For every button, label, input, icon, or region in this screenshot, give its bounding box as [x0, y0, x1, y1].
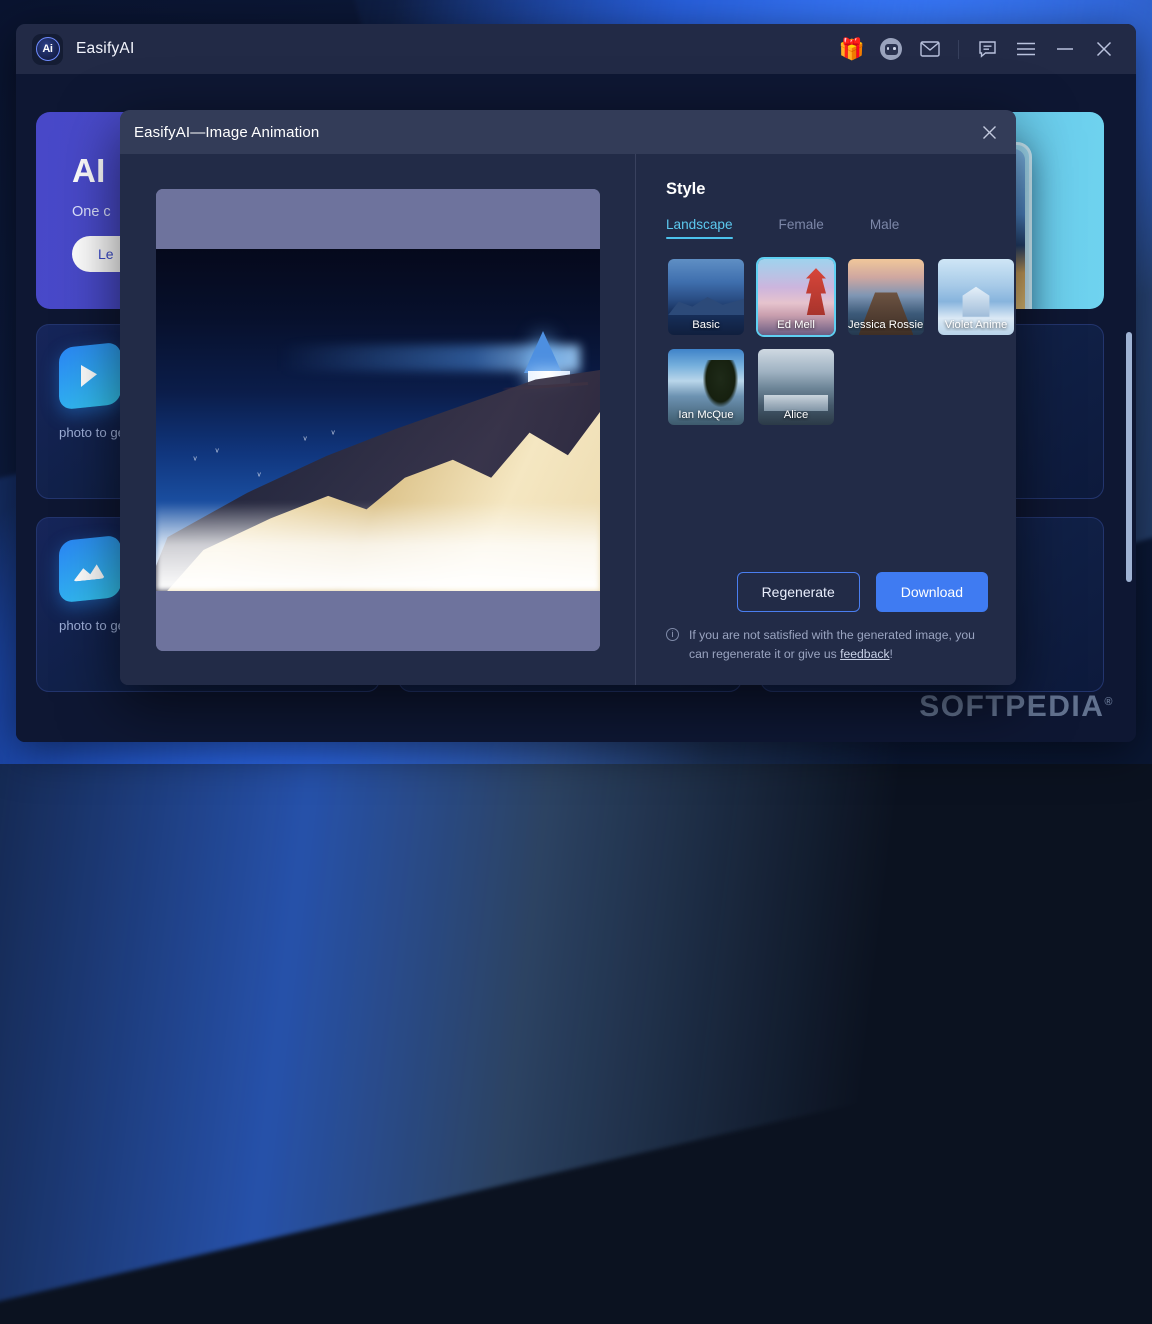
download-button[interactable]: Download	[875, 572, 988, 613]
preview-top-bar	[155, 188, 600, 249]
style-label: Basic	[692, 319, 720, 331]
application-window: Ai EasifyAI 🎁 AI One c Le photo to photo…	[16, 24, 1136, 742]
style-heading: Style	[666, 180, 706, 198]
preview-artwork: ᵛ ᵛ ᵛ ᵛ ᵛ	[155, 248, 600, 591]
tab-male[interactable]: Male	[870, 217, 899, 239]
artwork-bird: ᵛ	[303, 434, 307, 446]
modal-overlay: EasifyAI—Image Animation ᵛ ᵛ ᵛ ᵛ ᵛ Style…	[16, 24, 1136, 742]
artwork-bird: ᵛ	[257, 470, 261, 482]
dialog-action-buttons: Regenerate Download	[666, 572, 988, 626]
footnote-text-after: !	[889, 646, 893, 661]
dialog-header: EasifyAI—Image Animation	[120, 110, 1016, 154]
info-icon: i	[666, 628, 679, 642]
style-thumbnail-grid: Basic Ed Mell Jessica Rossier Violet Ani…	[666, 257, 1014, 427]
feedback-link[interactable]: feedback	[840, 647, 889, 661]
style-option-ian-mcque[interactable]: Ian McQue	[666, 347, 746, 427]
tab-female[interactable]: Female	[779, 217, 824, 239]
artwork-bird: ᵛ	[215, 446, 219, 458]
artwork-bird: ᵛ	[331, 428, 335, 440]
preview-bottom-bar	[155, 590, 600, 651]
style-label: Ian McQue	[678, 409, 734, 421]
dialog-footnote: i If you are not satisfied with the gene…	[666, 626, 988, 685]
style-tabs: Landscape Female Male	[666, 217, 988, 239]
style-option-jessica-rossier[interactable]: Jessica Rossier	[846, 257, 926, 337]
style-option-alice[interactable]: Alice	[756, 347, 836, 427]
style-label: Violet Anime	[944, 319, 1008, 331]
artwork-bird: ᵛ	[193, 454, 197, 466]
dialog-title: EasifyAI—Image Animation	[134, 123, 320, 141]
style-option-violet-anime[interactable]: Violet Anime	[936, 257, 1016, 337]
footnote-text-before: If you are not satisfied with the genera…	[689, 628, 975, 661]
preview-panel: ᵛ ᵛ ᵛ ᵛ ᵛ	[120, 154, 636, 685]
style-option-ed-mell[interactable]: Ed Mell	[756, 257, 836, 337]
style-panel: Style Landscape Female Male Basic Ed Mel…	[636, 154, 1016, 685]
tab-landscape[interactable]: Landscape	[666, 217, 733, 239]
dialog-close-icon[interactable]	[974, 118, 1004, 146]
style-option-basic[interactable]: Basic	[666, 257, 746, 337]
artwork-pagoda	[523, 330, 562, 373]
style-label: Alice	[783, 409, 809, 421]
style-label: Ed Mell	[777, 319, 815, 331]
generated-image-preview: ᵛ ᵛ ᵛ ᵛ ᵛ	[155, 188, 600, 651]
artwork-mist	[155, 501, 600, 591]
regenerate-button[interactable]: Regenerate	[736, 572, 860, 613]
footnote-text: If you are not satisfied with the genera…	[689, 626, 988, 663]
image-animation-dialog: EasifyAI—Image Animation ᵛ ᵛ ᵛ ᵛ ᵛ Style…	[120, 110, 1016, 685]
dialog-body: ᵛ ᵛ ᵛ ᵛ ᵛ Style Landscape Female Male Ba…	[120, 154, 1016, 685]
style-label: Jessica Rossier	[848, 319, 924, 331]
